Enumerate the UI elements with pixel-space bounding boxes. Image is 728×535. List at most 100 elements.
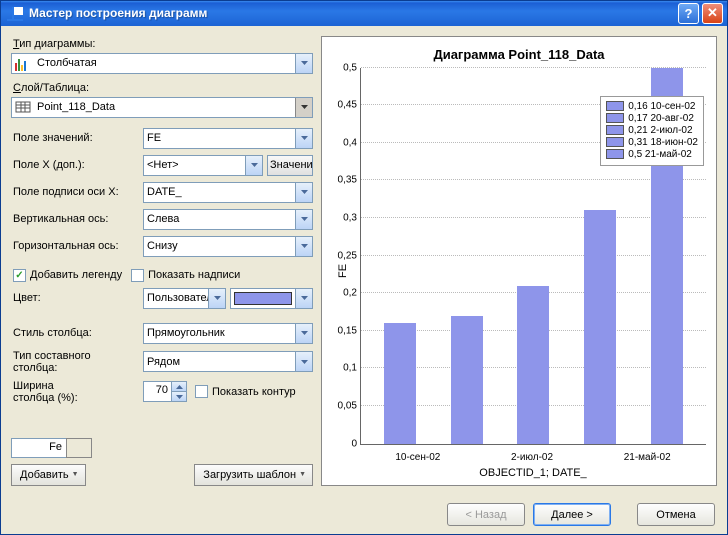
y-tick: 0 xyxy=(351,438,357,449)
legend-label: 0,5 21-май-02 xyxy=(628,149,692,160)
show-labels-checkbox[interactable]: Показать надписи xyxy=(131,269,240,282)
close-button[interactable]: ✕ xyxy=(702,3,723,24)
chevron-down-icon xyxy=(295,54,312,73)
horizontal-axis-combo[interactable]: Снизу xyxy=(143,236,313,257)
show-outline-label: Показать контур xyxy=(212,386,296,398)
y-tick: 0,1 xyxy=(343,363,357,374)
series-color-box[interactable] xyxy=(66,438,92,458)
add-legend-label: Добавить легенду xyxy=(30,269,122,281)
x-axis-label-field-value: DATE_ xyxy=(144,186,295,198)
dialog-window: Мастер построения диаграмм ? ✕ Тип диагр… xyxy=(0,0,728,535)
bar-width-value: 70 xyxy=(144,382,171,401)
bar-style-combo[interactable]: Прямоугольник xyxy=(143,323,313,344)
legend-item: 0,21 2-июл-02 xyxy=(606,125,698,136)
legend-label: 0,16 10-сен-02 xyxy=(628,101,695,112)
legend-label: 0,21 2-июл-02 xyxy=(628,125,692,136)
chevron-down-icon xyxy=(295,98,312,117)
legend-swatch-icon xyxy=(606,113,624,123)
vertical-axis-label: Вертикальная ось: xyxy=(11,213,143,225)
checkbox-icon xyxy=(131,269,144,282)
titlebar: Мастер построения диаграмм ? ✕ xyxy=(1,1,727,26)
spinner-up-icon[interactable] xyxy=(171,382,186,391)
y-tick: 0,15 xyxy=(338,325,357,336)
chevron-down-icon: ▼ xyxy=(299,471,306,478)
chevron-down-icon: ▼ xyxy=(72,471,79,478)
legend-label: 0,31 18-июн-02 xyxy=(628,137,698,148)
horizontal-axis-label: Горизонтальная ось: xyxy=(11,240,143,252)
chevron-down-icon xyxy=(295,237,312,256)
series-name-input[interactable]: Fe xyxy=(11,438,67,458)
x-field-value: <Нет> xyxy=(144,159,245,171)
legend-item: 0,5 21-май-02 xyxy=(606,149,698,160)
chart-type-value: Столбчатая xyxy=(34,57,295,69)
load-template-label: Загрузить шаблон xyxy=(203,469,296,481)
x-field-combo[interactable]: <Нет> xyxy=(143,155,263,176)
x-axis-label-field-combo[interactable]: DATE_ xyxy=(143,182,313,203)
layer-combo[interactable]: Point_118_Data xyxy=(11,97,313,118)
legend-swatch-icon xyxy=(606,101,624,111)
x-tick: 2-июл-02 xyxy=(511,452,553,463)
checkbox-icon xyxy=(13,269,26,282)
chevron-down-icon xyxy=(295,210,312,229)
x-axis-label-field-label: Поле подписи оси X: xyxy=(11,186,143,198)
color-label: Цвет: xyxy=(11,292,143,304)
legend-swatch-icon xyxy=(606,149,624,159)
chevron-down-icon xyxy=(295,183,312,202)
show-labels-label: Показать надписи xyxy=(148,269,240,281)
add-legend-checkbox[interactable]: Добавить легенду xyxy=(13,269,122,282)
color-mode-value: Пользователь xyxy=(144,292,208,304)
bar-style-value: Прямоугольник xyxy=(144,327,295,339)
back-button[interactable]: < Назад xyxy=(447,503,525,526)
chart-legend: 0,16 10-сен-020,17 20-авг-020,21 2-июл-0… xyxy=(600,96,704,166)
x-field-values-button[interactable]: Значени xyxy=(267,155,313,176)
bar-width-spinner[interactable]: 70 xyxy=(143,381,187,402)
color-swatch-icon xyxy=(234,292,292,305)
chart-x-label: OBJECTID_1; DATE_ xyxy=(360,467,706,479)
x-field-label: Поле X (доп.): xyxy=(11,159,143,171)
cancel-button[interactable]: Отмена xyxy=(637,503,715,526)
chevron-down-icon xyxy=(208,289,225,308)
y-tick: 0,3 xyxy=(343,212,357,223)
vertical-axis-combo[interactable]: Слева xyxy=(143,209,313,230)
spinner-down-icon[interactable] xyxy=(171,391,186,401)
app-icon xyxy=(7,5,23,21)
y-tick: 0,4 xyxy=(343,137,357,148)
dialog-buttons: < Назад Далее > Отмена xyxy=(1,496,727,535)
chevron-down-icon xyxy=(295,352,312,371)
legend-swatch-icon xyxy=(606,125,624,135)
legend-item: 0,17 20-авг-02 xyxy=(606,113,698,124)
help-button[interactable]: ? xyxy=(678,3,699,24)
value-field-combo[interactable]: FE xyxy=(143,128,313,149)
color-picker[interactable] xyxy=(230,288,313,309)
legend-item: 0,16 10-сен-02 xyxy=(606,101,698,112)
chevron-down-icon xyxy=(295,129,312,148)
layer-value: Point_118_Data xyxy=(34,101,295,113)
close-icon: ✕ xyxy=(707,5,718,21)
chart-x-ticks: 10-сен-022-июл-0221-май-02 xyxy=(360,452,706,463)
add-button-label: Добавить xyxy=(20,469,69,481)
table-icon xyxy=(15,99,31,115)
y-tick: 0,25 xyxy=(338,250,357,261)
window-title: Мастер построения диаграмм xyxy=(29,6,678,20)
stacked-type-value: Рядом xyxy=(144,356,295,368)
chart-type-combo[interactable]: Столбчатая xyxy=(11,53,313,74)
bar-width-label: Ширинастолбца (%): xyxy=(11,380,143,404)
chart-bar xyxy=(517,286,549,444)
legend-item: 0,31 18-июн-02 xyxy=(606,137,698,148)
stacked-type-label: Тип составногостолбца: xyxy=(11,350,143,374)
layer-label: Слой/Таблица: xyxy=(13,82,313,94)
next-button[interactable]: Далее > xyxy=(533,503,611,526)
y-tick: 0,2 xyxy=(343,288,357,299)
legend-label: 0,17 20-авг-02 xyxy=(628,113,694,124)
stacked-type-combo[interactable]: Рядом xyxy=(143,351,313,372)
chart-bar xyxy=(384,323,416,443)
load-template-button[interactable]: Загрузить шаблон ▼ xyxy=(194,464,313,486)
show-outline-checkbox[interactable]: Показать контур xyxy=(195,385,296,398)
y-tick: 0,5 xyxy=(343,62,357,73)
color-mode-combo[interactable]: Пользователь xyxy=(143,288,226,309)
chart-preview: Диаграмма Point_118_Data FE 00,050,10,15… xyxy=(321,36,717,486)
chevron-down-icon xyxy=(295,289,312,308)
chart-bar xyxy=(584,210,616,443)
x-tick: 21-май-02 xyxy=(624,452,671,463)
add-series-button[interactable]: Добавить ▼ xyxy=(11,464,86,486)
